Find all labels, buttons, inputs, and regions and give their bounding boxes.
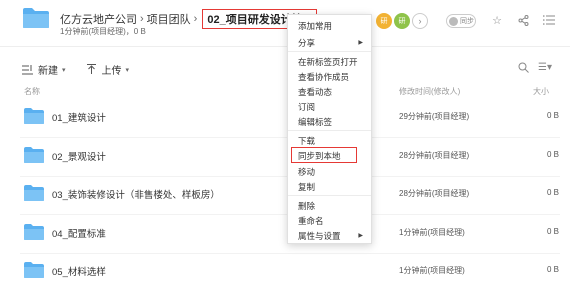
row-name[interactable]: 05_材料选样 — [52, 264, 106, 278]
chevron-right-icon[interactable]: › — [412, 13, 428, 29]
list-menu-icon[interactable] — [542, 13, 556, 27]
menu-item-move[interactable]: 移动 — [298, 166, 315, 178]
folder-icon — [24, 147, 44, 163]
header-divider — [0, 46, 570, 47]
row-name[interactable]: 03_装饰装修设计（非售楼处、样板房） — [52, 187, 220, 201]
menu-item-edit-tags[interactable]: 编辑标签 — [298, 116, 332, 128]
new-file-icon — [22, 64, 33, 74]
row-modified: 28分钟前(项目经理) — [399, 151, 470, 160]
row-modified: 1分钟前(项目经理) — [399, 266, 465, 275]
view-mode-icon[interactable]: ☰▾ — [538, 62, 552, 73]
avatar[interactable]: 研 — [376, 13, 392, 29]
menu-item-subscribe[interactable]: 订阅 — [298, 101, 315, 113]
row-modified: 28分钟前(项目经理) — [399, 189, 470, 198]
menu-divider — [288, 195, 371, 196]
menu-item-view-members[interactable]: 查看协作成员 — [298, 71, 349, 83]
table-row[interactable]: 02_景观设计 28分钟前(项目经理) 0 B — [0, 138, 570, 176]
caret-down-icon: ▾ — [62, 66, 66, 74]
folder-icon — [24, 224, 44, 240]
menu-item-open-new-tab[interactable]: 在新标签页打开 — [298, 56, 358, 68]
table-row[interactable]: 03_装饰装修设计（非售楼处、样板房） 28分钟前(项目经理) 0 B — [0, 176, 570, 214]
menu-divider — [288, 51, 371, 52]
column-header-modified[interactable]: 修改时间(修改人) — [399, 86, 460, 97]
menu-divider — [288, 130, 371, 131]
toggle-knob — [449, 16, 458, 26]
header: 亿方云地产公司 › 项目团队 › 02_项目研发设计管... 1分钟前(项目经理… — [0, 0, 570, 40]
breadcrumb-item-team[interactable]: 项目团队 — [147, 11, 191, 27]
menu-item-download[interactable]: 下载 — [298, 135, 315, 147]
menu-item-view-activity[interactable]: 查看动态 — [298, 86, 332, 98]
row-size: 0 B — [547, 111, 560, 120]
submenu-arrow-icon: ▶ — [358, 40, 363, 46]
submenu-arrow-icon: ▶ — [358, 233, 363, 239]
menu-item-share[interactable]: 分享 — [298, 37, 315, 49]
folder-icon — [24, 108, 44, 124]
menu-item-add-favorite[interactable]: 添加常用 — [298, 20, 332, 32]
row-modified: 1分钟前(项目经理) — [399, 228, 465, 237]
row-size: 0 B — [547, 150, 560, 159]
table-row[interactable]: 01_建筑设计 29分钟前(项目经理) 0 B — [0, 99, 570, 137]
context-menu: 添加常用 分享 ▶ 在新标签页打开 查看协作成员 查看动态 订阅 编辑标签 下载… — [287, 14, 372, 244]
row-modified: 29分钟前(项目经理) — [399, 112, 470, 121]
row-size: 0 B — [547, 265, 560, 274]
menu-item-copy[interactable]: 复制 — [298, 181, 315, 193]
row-name[interactable]: 04_配置标准 — [52, 226, 106, 240]
upload-button-label: 上传 — [101, 66, 122, 77]
toolbar: 新建 ▾ 上传 ▾ — [22, 62, 149, 77]
new-button-label: 新建 — [38, 66, 58, 77]
caret-down-icon: ▾ — [125, 66, 130, 74]
table-row[interactable]: 05_材料选样 1分钟前(项目经理) 0 B — [0, 253, 570, 291]
member-avatars[interactable]: 研 研 › — [376, 13, 428, 29]
row-name[interactable]: 02_景观设计 — [52, 149, 106, 163]
menu-item-delete[interactable]: 删除 — [298, 200, 315, 212]
table-row[interactable]: 04_配置标准 1分钟前(项目经理) 0 B — [0, 215, 570, 253]
menu-item-properties[interactable]: 属性与设置 — [298, 230, 341, 242]
sync-toggle[interactable]: 同步 — [446, 14, 476, 28]
folder-icon — [23, 8, 49, 28]
folder-icon — [24, 185, 44, 201]
breadcrumb-separator: › — [193, 13, 198, 25]
menu-item-rename[interactable]: 重命名 — [298, 215, 324, 227]
folder-icon — [24, 262, 44, 278]
star-icon[interactable]: ☆ — [490, 13, 504, 27]
share-icon[interactable] — [516, 13, 530, 27]
upload-button[interactable]: 上传 ▾ — [86, 62, 130, 77]
avatar[interactable]: 研 — [394, 13, 410, 29]
menu-item-sync-local[interactable]: 同步到本地 — [298, 150, 341, 162]
row-size: 0 B — [547, 227, 560, 236]
row-size: 0 B — [547, 188, 560, 197]
new-button[interactable]: 新建 ▾ — [22, 62, 66, 77]
upload-icon — [86, 64, 96, 74]
breadcrumb-item-company[interactable]: 亿方云地产公司 — [60, 11, 137, 27]
search-icon[interactable] — [518, 62, 529, 75]
folder-subinfo: 1分钟前(项目经理)，0 B — [60, 27, 146, 36]
column-header-name[interactable]: 名称 — [24, 86, 40, 97]
row-name[interactable]: 01_建筑设计 — [52, 110, 106, 124]
sync-toggle-label: 同步 — [460, 18, 474, 25]
breadcrumb-separator: › — [140, 13, 144, 25]
column-header-size[interactable]: 大小 — [533, 86, 549, 97]
